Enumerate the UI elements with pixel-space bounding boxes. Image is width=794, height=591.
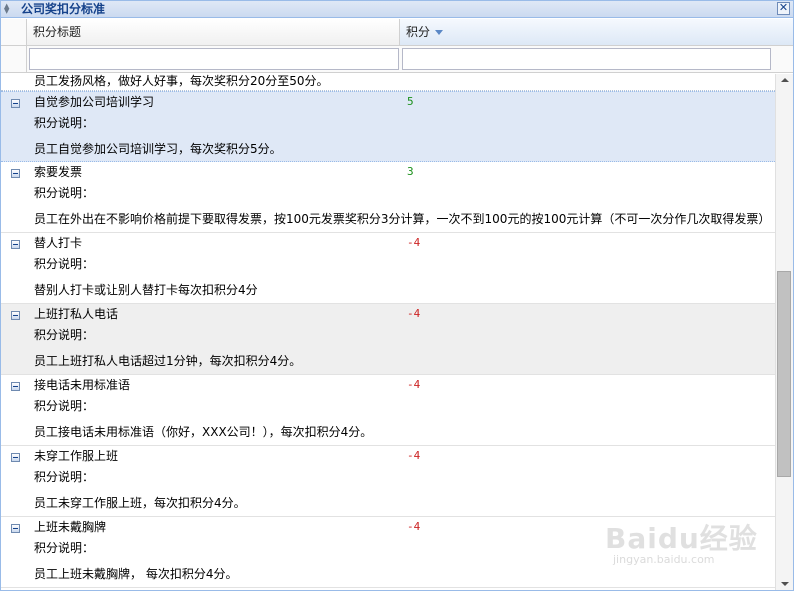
row-score: -4 — [407, 378, 421, 391]
row-description: 员工接电话未用标准语（你好，XXX公司！），每次扣积分4分。 — [34, 425, 373, 439]
table-row[interactable]: 接电话未用标准语 -4 积分说明： 员工接电话未用标准语（你好，XXX公司！），… — [1, 375, 775, 446]
row-detail-label: 积分说明： — [34, 116, 95, 130]
grid-header: 积分标题 积分 — [1, 19, 793, 73]
row-title: 接电话未用标准语 — [34, 378, 131, 392]
row-detail-label: 积分说明： — [34, 186, 95, 200]
row-detail-label: 积分说明： — [34, 328, 95, 342]
row-score: 3 — [407, 165, 414, 178]
row-detail-label: 积分说明： — [34, 399, 95, 413]
row-description: 员工在外出在不影响价格前提下要取得发票，按100元发票奖积分3分计算，一次不到1… — [34, 212, 771, 226]
grid-window: ▲ ▼ 公司奖扣分标准 ✕ 积分标题 积分 员工发扬风格，做好人好事，每次奖积分2… — [0, 0, 794, 591]
column-header-title-label: 积分标题 — [33, 25, 82, 39]
row-description: 员工上班打私人电话超过1分钟，每次扣积分4分。 — [34, 354, 302, 368]
title-filter-input[interactable] — [29, 48, 399, 70]
grid-body: 员工发扬风格，做好人好事，每次奖积分20分至50分。 自觉参加公司培训学习 5 … — [1, 74, 775, 590]
collapse-row-icon[interactable] — [11, 169, 20, 178]
row-score: 5 — [407, 95, 414, 108]
row-score: -4 — [407, 449, 421, 462]
row-score: -4 — [407, 236, 421, 249]
row-detail-label: 积分说明： — [34, 541, 95, 555]
row-description: 替别人打卡或让别人替打卡每次扣积分4分 — [34, 283, 258, 297]
score-filter-input[interactable] — [402, 48, 771, 70]
collapse-row-icon[interactable] — [11, 311, 20, 320]
table-row[interactable]: 未穿工作服上班 -4 积分说明： 员工未穿工作服上班，每次扣积分4分。 — [1, 446, 775, 517]
collapse-row-icon[interactable] — [11, 453, 20, 462]
row-description: 员工自觉参加公司培训学习，每次奖积分5分。 — [34, 142, 282, 156]
row-title: 上班未戴胸牌 — [34, 520, 107, 534]
scroll-up-icon[interactable] — [776, 74, 793, 86]
vertical-scrollbar[interactable] — [775, 74, 793, 590]
expander-column-header — [1, 19, 27, 45]
row-title: 自觉参加公司培训学习 — [34, 95, 155, 109]
row-detail-label: 积分说明： — [34, 470, 95, 484]
collapse-row-icon[interactable] — [11, 240, 20, 249]
sort-desc-icon — [435, 30, 444, 35]
column-header-title[interactable]: 积分标题 — [27, 19, 400, 45]
table-row[interactable]: 上班未戴胸牌 -4 积分说明： 员工上班未戴胸牌， 每次扣积分4分。 — [1, 517, 775, 588]
row-title: 未穿工作服上班 — [34, 449, 119, 463]
table-row[interactable]: 上班打私人电话 -4 积分说明： 员工上班打私人电话超过1分钟，每次扣积分4分。 — [1, 304, 775, 375]
close-button[interactable]: ✕ — [777, 2, 790, 15]
table-row-partial[interactable]: 员工发扬风格，做好人好事，每次奖积分20分至50分。 — [1, 74, 775, 91]
table-row[interactable]: 替人打卡 -4 积分说明： 替别人打卡或让别人替打卡每次扣积分4分 — [1, 233, 775, 304]
row-title: 替人打卡 — [34, 236, 83, 250]
row-description: 员工上班未戴胸牌， 每次扣积分4分。 — [34, 567, 238, 581]
collapse-row-icon[interactable] — [11, 382, 20, 391]
row-score: -4 — [407, 520, 421, 533]
column-header-score[interactable]: 积分 — [400, 19, 793, 45]
window-titlebar[interactable]: ▲ ▼ 公司奖扣分标准 ✕ — [1, 1, 793, 18]
row-title: 上班打私人电话 — [34, 307, 119, 321]
row-description: 员工未穿工作服上班，每次扣积分4分。 — [34, 496, 246, 510]
scroll-down-icon[interactable] — [776, 578, 793, 590]
row-description: 员工发扬风格，做好人好事，每次奖积分20分至50分。 — [34, 74, 329, 88]
window-title: 公司奖扣分标准 — [21, 2, 106, 16]
table-row[interactable]: 索要发票 3 积分说明： 员工在外出在不影响价格前提下要取得发票，按100元发票… — [1, 162, 775, 233]
collapse-toggle-icon[interactable]: ▲ ▼ — [4, 3, 13, 15]
filter-row — [1, 45, 793, 73]
filter-expander-cell — [1, 46, 27, 73]
column-header-score-label: 积分 — [406, 25, 431, 39]
scrollbar-thumb[interactable] — [777, 271, 791, 477]
collapse-row-icon[interactable] — [11, 524, 20, 533]
row-score: -4 — [407, 307, 421, 320]
row-title: 索要发票 — [34, 165, 83, 179]
row-detail-label: 积分说明： — [34, 257, 95, 271]
collapse-row-icon[interactable] — [11, 99, 20, 108]
table-row[interactable]: 自觉参加公司培训学习 5 积分说明： 员工自觉参加公司培训学习，每次奖积分5分。 — [1, 91, 775, 162]
